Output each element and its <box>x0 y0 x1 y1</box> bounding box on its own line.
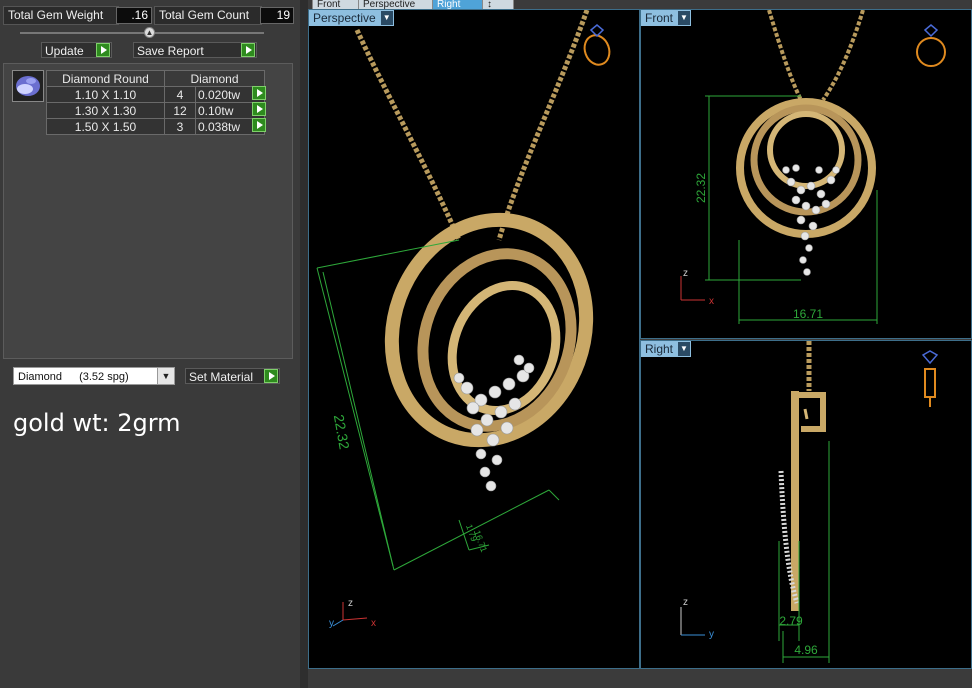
column-header-diamond-round: Diamond Round <box>46 70 165 87</box>
total-gem-weight-value: .16 <box>116 7 152 24</box>
report-slider-knob[interactable]: ▲ <box>144 27 155 38</box>
table-row[interactable]: 1.10 X 1.10 4 0.020tw <box>46 86 265 103</box>
axis-x-label: x <box>709 296 714 307</box>
table-row[interactable]: 1.30 X 1.30 12 0.10tw <box>46 102 265 119</box>
gem-weight-text: 0.038tw <box>198 119 241 134</box>
chevron-down-icon[interactable]: ▼ <box>380 11 393 25</box>
set-material-button-label: Set Material <box>189 370 254 384</box>
save-report-button-label: Save Report <box>137 44 204 58</box>
chevron-down-icon[interactable]: ▼ <box>157 368 174 384</box>
gem-table-header-row: Diamond Round Diamond <box>46 70 265 87</box>
right-label-text: Right <box>645 342 674 356</box>
front-dim-width: 16.71 <box>793 307 823 321</box>
front-render: 22.32 16.71 z x <box>680 10 946 324</box>
right-viewport[interactable]: 2.79 4.96 z y Right ▼ <box>640 340 972 669</box>
column-header-diamond: Diamond <box>164 70 265 87</box>
diamond-round-thumbnail-icon[interactable] <box>12 70 44 102</box>
right-dim-width: 4.96 <box>794 643 818 657</box>
perspective-viewport[interactable]: 22.32 1.79 16.71 z y x Perspective ▼ <box>308 9 640 669</box>
front-label-text: Front <box>645 11 674 25</box>
table-row[interactable]: 1.50 X 1.50 3 0.038tw <box>46 118 265 135</box>
right-dim-small: 2.79 <box>779 614 803 628</box>
gem-weight-text: 0.10tw <box>198 103 234 118</box>
axis-y-label: y <box>329 618 334 629</box>
perspective-render: 22.32 1.79 16.71 z y x <box>316 10 611 629</box>
gem-size-cell: 1.50 X 1.50 <box>46 118 165 135</box>
gem-count-cell: 3 <box>164 118 196 135</box>
total-gem-count-label: Total Gem Count <box>154 6 262 25</box>
right-render: 2.79 4.96 z y <box>680 341 939 663</box>
panel-divider[interactable] <box>300 0 308 688</box>
front-viewport-label[interactable]: Front ▼ <box>641 10 692 26</box>
perspective-dim-height: 22.32 <box>331 413 353 450</box>
row-1-go-icon[interactable] <box>252 86 266 100</box>
axis-triad-icon: z y x <box>329 598 376 629</box>
save-report-button[interactable]: Save Report <box>133 42 257 58</box>
chevron-down-icon[interactable]: ▼ <box>678 11 691 25</box>
total-gem-weight-label: Total Gem Weight <box>3 6 119 25</box>
report-slider-track[interactable] <box>20 32 264 34</box>
gem-table: Diamond Round Diamond 1.10 X 1.10 4 0.02… <box>46 70 265 135</box>
row-3-go-icon[interactable] <box>252 118 266 132</box>
total-gem-count-value: 19 <box>260 7 294 24</box>
right-viewport-label[interactable]: Right ▼ <box>641 341 692 357</box>
ring-view-icon <box>916 24 946 67</box>
gem-count-cell: 12 <box>164 102 196 119</box>
ring-side-view-icon <box>921 350 939 407</box>
gem-count-cell: 4 <box>164 86 196 103</box>
gem-report-panel: Total Gem Weight .16 Total Gem Count 19 … <box>0 0 300 688</box>
axis-z-label: z <box>683 597 688 608</box>
material-name: Diamond <box>18 371 63 383</box>
front-dim-height: 22.32 <box>694 173 708 203</box>
update-button-label: Update <box>45 44 84 58</box>
perspective-dim-small-2: 16.71 <box>472 529 489 554</box>
gem-size-cell: 1.10 X 1.10 <box>46 86 165 103</box>
axis-z-label: z <box>683 268 688 279</box>
axis-z-label: z <box>348 598 353 609</box>
gem-size-cell: 1.30 X 1.30 <box>46 102 165 119</box>
gem-weight-text: 0.020tw <box>198 87 241 102</box>
axis-triad-icon: z y <box>680 597 714 640</box>
material-select[interactable]: Diamond (3.52 spg) ▼ <box>13 367 175 385</box>
material-spg: (3.52 spg) <box>79 371 129 383</box>
gold-weight-note: gold wt: 2grm <box>13 409 181 437</box>
perspective-label-text: Perspective <box>313 11 376 25</box>
set-material-go-icon[interactable] <box>264 369 278 383</box>
gem-list-panel: Diamond Round Diamond 1.10 X 1.10 4 0.02… <box>3 63 293 359</box>
ring-view-icon <box>583 24 611 66</box>
axis-x-label: x <box>371 618 376 629</box>
row-2-go-icon[interactable] <box>252 102 266 116</box>
perspective-viewport-label[interactable]: Perspective ▼ <box>309 10 394 26</box>
axis-y-label: y <box>709 629 714 640</box>
update-go-icon[interactable] <box>96 43 110 57</box>
front-viewport[interactable]: 22.32 16.71 z x Front ▼ <box>640 9 972 339</box>
save-report-go-icon[interactable] <box>241 43 255 57</box>
chevron-down-icon[interactable]: ▼ <box>678 342 691 356</box>
